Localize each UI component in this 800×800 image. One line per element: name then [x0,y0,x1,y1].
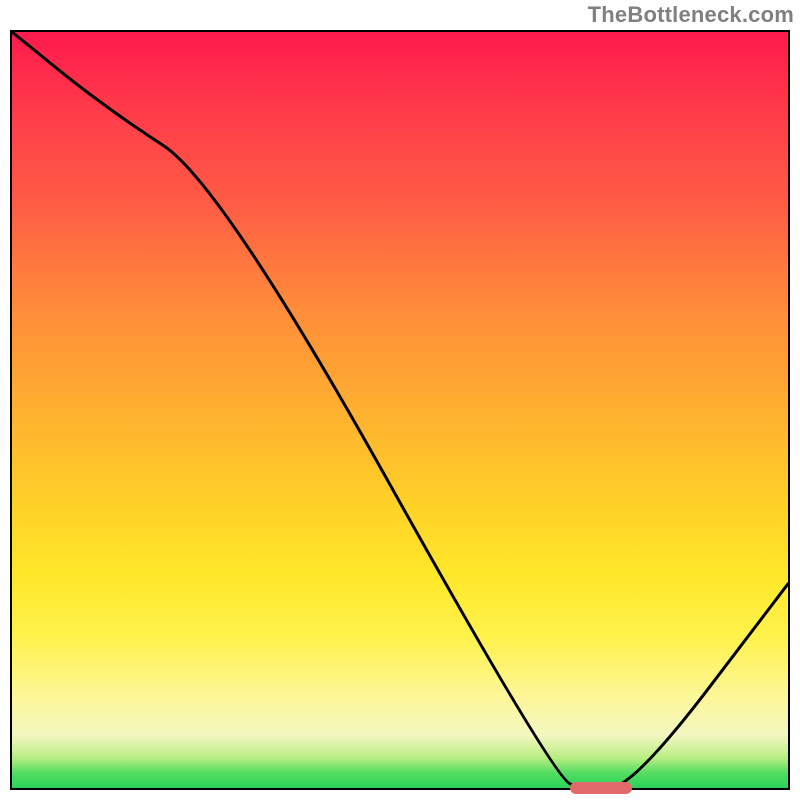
bottleneck-curve [12,32,788,788]
watermark-label: TheBottleneck.com [588,2,794,28]
optimal-range-marker [570,782,632,794]
curve-svg [12,32,788,788]
chart-container: TheBottleneck.com [0,0,800,800]
plot-frame [10,30,790,790]
